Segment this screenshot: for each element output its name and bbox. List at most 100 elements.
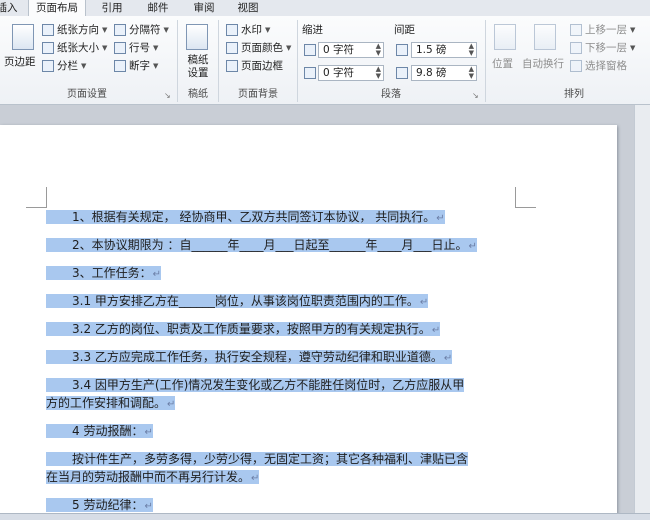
doc-line[interactable]: 3、工作任务：↵ (46, 265, 162, 282)
bring-forward-button[interactable]: 上移一层 ▼ (570, 22, 635, 37)
dialog-launcher-icon[interactable]: ↘ (472, 91, 479, 100)
spacing-heading: 间距 (394, 24, 415, 36)
doc-line-text: 方的工作安排和调配。 (46, 396, 167, 410)
spacing-before-value: 1.5 磅 (416, 44, 447, 56)
spacing-before-icon (396, 44, 408, 56)
paragraph-mark: ↵ (144, 427, 153, 438)
paragraph-mark: ↵ (468, 241, 477, 252)
doc-line[interactable]: 5 劳动纪律：↵ (46, 497, 153, 513)
watermark-button[interactable]: 水印 ▼ (226, 22, 270, 37)
doc-line-text: 2、本协议期限为 ：自______年____月___日起至______年____… (72, 238, 468, 252)
indent-right-input[interactable]: 0 字符 ▲ ▼ (318, 65, 384, 81)
indent-left-icon (304, 44, 316, 56)
position-button[interactable]: 位置 (492, 56, 513, 71)
columns-icon (42, 59, 54, 72)
doc-line[interactable]: 3.3 乙方应完成工作任务，执行安全规程，遵守劳动纪律和职业道德。↵ (46, 349, 453, 366)
send-backward-icon (570, 41, 582, 54)
watermark-label: 水印 (241, 24, 262, 36)
chevron-down-icon: ▼ (81, 61, 87, 70)
spacing-after-input[interactable]: 9.8 磅 ▲ ▼ (411, 65, 477, 81)
doc-line[interactable]: 2、本协议期限为 ：自______年____月___日起至______年____… (46, 237, 477, 254)
orientation-icon (42, 23, 54, 36)
tab-view[interactable]: 视图 (228, 0, 268, 16)
page-color-label: 页面颜色 (241, 42, 283, 54)
tab-insert[interactable]: 插入 (0, 0, 18, 16)
paragraph-group-label: 段落 (381, 89, 401, 100)
orientation-button[interactable]: 纸张方向 ▼ (42, 22, 107, 37)
chevron-down-icon: ▼ (630, 43, 636, 52)
paragraph-mark: ↵ (443, 353, 453, 364)
indent-left-value: 0 字符 (323, 44, 355, 56)
spinner-arrows-icon[interactable]: ▲ ▼ (376, 66, 381, 80)
selection-pane-icon (570, 59, 582, 72)
spinner-arrows-icon[interactable]: ▲ ▼ (469, 43, 474, 57)
doc-line[interactable]: 3.1 甲方安排乙方在______岗位，从事该岗位职责范围内的工作。↵ (46, 293, 429, 310)
chevron-down-icon: ▼ (630, 25, 636, 34)
wrap-text-icon[interactable] (534, 24, 556, 50)
margins-icon[interactable] (12, 24, 34, 50)
doc-line-text: 按计件生产，多劳多得，少劳少得，无固定工资；其它各种福利、津贴已含 (72, 452, 469, 466)
paragraph-mark: ↵ (144, 501, 153, 512)
doc-line[interactable]: 3.2 乙方的岗位、职责及工作质量要求，按照甲方的有关规定执行。↵ (46, 321, 441, 338)
doc-line[interactable]: 在当月的劳动报酬中而不再另行计发。↵ (46, 469, 260, 486)
spinner-arrows-icon[interactable]: ▲ ▼ (376, 43, 381, 57)
draft-settings-button[interactable]: 稿纸 设置 (185, 54, 211, 80)
page-borders-label: 页面边框 (241, 60, 283, 72)
doc-line[interactable]: 3.4 因甲方生产(工作)情况发生变化或乙方不能胜任岗位时，乙方应服从甲 (46, 377, 465, 394)
bring-forward-label: 上移一层 (585, 24, 627, 36)
chevron-down-icon: ▼ (153, 43, 159, 52)
spinner-arrows-icon[interactable]: ▲ ▼ (469, 66, 474, 80)
ribbon: 页边距 纸张方向 ▼ 纸张大小 ▼ 分栏 ▼ 分隔符 ▼ 行号 ▼ 断字 ▼ 页面设置 ↘ … (0, 16, 650, 105)
chevron-down-icon: ▼ (265, 25, 271, 34)
line-numbers-button[interactable]: 行号 ▼ (114, 40, 158, 55)
vertical-scrollbar[interactable] (634, 105, 650, 513)
doc-line[interactable]: 1、根据有关规定， 经协商甲、乙双方共同签订本协议， 共同执行。↵ (46, 209, 445, 226)
watermark-icon (226, 23, 238, 36)
page-borders-icon (226, 59, 238, 72)
spacing-after-value: 9.8 磅 (416, 67, 447, 79)
page-color-button[interactable]: 页面颜色 ▼ (226, 40, 291, 55)
tab-mailings[interactable]: 邮件 (138, 0, 178, 16)
margins-button[interactable]: 页边距 (4, 54, 36, 69)
doc-line[interactable]: 方的工作安排和调配。↵ (46, 395, 176, 412)
wrap-text-button[interactable]: 自动换行 (522, 56, 564, 71)
hyphenation-button[interactable]: 断字 ▼ (114, 58, 158, 73)
crop-mark-top-right (515, 187, 536, 208)
doc-line-text: 1、根据有关规定， 经协商甲、乙双方共同签订本协议， 共同执行。 (72, 210, 436, 224)
doc-line-text: 3.4 因甲方生产(工作)情况发生变化或乙方不能胜任岗位时，乙方应服从甲 (72, 378, 465, 392)
tab-review[interactable]: 审阅 (184, 0, 224, 16)
bring-forward-icon (570, 23, 582, 36)
columns-button[interactable]: 分栏 ▼ (42, 58, 86, 73)
paragraph-mark: ↵ (419, 297, 429, 308)
doc-line-text: 4 劳动报酬： (72, 424, 144, 438)
size-icon (42, 41, 54, 54)
doc-line[interactable]: 4 劳动报酬：↵ (46, 423, 153, 440)
doc-line[interactable]: 按计件生产，多劳多得，少劳少得，无固定工资；其它各种福利、津贴已含 (46, 451, 469, 468)
size-button[interactable]: 纸张大小 ▼ (42, 40, 107, 55)
margins-label: 页边距 (4, 56, 36, 68)
draft-paper-icon[interactable] (186, 24, 208, 50)
paint-bucket-icon (226, 41, 238, 54)
document-page[interactable]: 1、根据有关规定， 经协商甲、乙双方共同签订本协议， 共同执行。↵ 2、本协议期… (0, 125, 617, 513)
draft-group-label: 稿纸 (188, 89, 208, 100)
breaks-button[interactable]: 分隔符 ▼ (114, 22, 169, 37)
chevron-down-icon: ▼ (163, 25, 169, 34)
send-backward-label: 下移一层 (585, 42, 627, 54)
columns-label: 分栏 (57, 60, 78, 72)
line-numbers-icon (114, 41, 126, 54)
indent-left-input[interactable]: 0 字符 ▲ ▼ (318, 42, 384, 58)
paragraph-mark: ↵ (167, 399, 176, 410)
doc-line-text: 3.3 乙方应完成工作任务，执行安全规程，遵守劳动纪律和职业道德。 (72, 350, 443, 364)
doc-line-text: 在当月的劳动报酬中而不再另行计发。 (46, 470, 251, 484)
ribbon-tab-bar: 插入 页面布局 引用 邮件 审阅 视图 (0, 0, 650, 18)
selection-pane-button[interactable]: 选择窗格 (570, 58, 627, 73)
page-borders-button[interactable]: 页面边框 (226, 58, 283, 73)
indent-right-icon (304, 67, 316, 79)
spacing-before-input[interactable]: 1.5 磅 ▲ ▼ (411, 42, 477, 58)
paragraph-mark: ↵ (436, 213, 445, 224)
doc-line-text: 3.2 乙方的岗位、职责及工作质量要求，按照甲方的有关规定执行。 (72, 322, 431, 336)
position-icon[interactable] (494, 24, 516, 50)
tab-references[interactable]: 引用 (92, 0, 132, 16)
send-backward-button[interactable]: 下移一层 ▼ (570, 40, 635, 55)
dialog-launcher-icon[interactable]: ↘ (164, 91, 171, 100)
